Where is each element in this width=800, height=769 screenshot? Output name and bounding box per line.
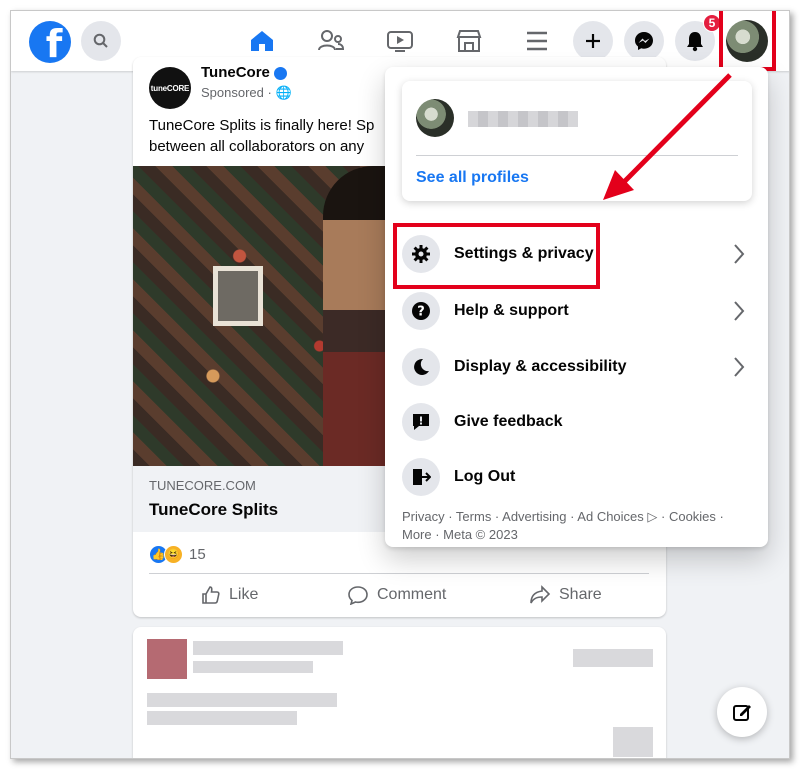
account-dropdown-menu: See all profiles Settings & privacy ? He… [385,67,768,547]
svg-text:?: ? [417,305,425,320]
create-button[interactable] [573,21,613,61]
nav-menu-tab[interactable] [521,26,553,56]
menu-item-help-support[interactable]: ? Help & support [402,286,752,336]
nav-friends-tab[interactable] [315,26,347,56]
menu-item-give-feedback[interactable]: Give feedback [402,397,752,447]
blurred-avatar [147,639,187,679]
like-button[interactable]: Like [201,585,258,605]
see-all-profiles-link[interactable]: See all profiles [416,169,529,187]
comment-button[interactable]: Comment [347,585,446,605]
compose-icon [733,705,751,721]
comment-icon [348,586,368,605]
link-headline[interactable]: TuneCore Splits [149,500,278,520]
messenger-icon [635,32,653,50]
blurred-options [573,649,653,667]
reactions-summary[interactable]: 👍 😆 15 [149,545,206,564]
hamburger-icon [527,31,547,51]
nav-watch-tab[interactable] [384,26,416,56]
blurred-text-line-2 [147,711,297,725]
blurred-meta [193,661,313,673]
comment-label: Comment [377,586,447,603]
logo-letter: f [45,22,63,63]
new-message-button[interactable] [717,687,767,737]
blurred-corner [613,727,653,757]
globe-icon: 🌐 [275,85,292,100]
reaction-count: 15 [189,546,206,563]
menu-item-log-out[interactable]: Log Out [402,452,752,502]
sponsored-label: Sponsored · 🌐 [201,85,292,101]
search-icon [93,33,108,48]
plus-icon [586,34,600,48]
haha-reaction-icon: 😆 [164,545,183,564]
messenger-button[interactable] [624,21,664,61]
search-button[interactable] [81,21,121,61]
chevron-right-icon [734,301,745,321]
profile-card: See all profiles [402,81,752,201]
profile-avatar[interactable] [416,99,454,137]
question-icon: ? [402,292,440,330]
page-name-text[interactable]: TuneCore [201,64,270,81]
blurred-text-line-1 [147,693,337,707]
feedback-icon [402,403,440,441]
page-name[interactable]: TuneCore [201,64,287,81]
menu-item-label: Give feedback [454,413,563,430]
video-icon [387,31,413,52]
settings-highlight-box [393,223,600,289]
profile-name-redacted[interactable] [468,111,578,127]
menu-item-label: Help & support [454,302,569,319]
menu-item-label: Log Out [454,468,516,485]
menu-footer-links[interactable]: Privacy · Terms · Advertising · Ad Choic… [402,508,752,544]
nav-marketplace-tab[interactable] [453,26,485,56]
verified-badge-icon [273,66,287,80]
nav-home-tab[interactable] [246,26,278,56]
chevron-right-icon [734,357,745,377]
picture-frame [213,266,263,326]
share-button[interactable]: Share [529,585,602,605]
share-label: Share [559,586,602,603]
share-icon [530,585,551,604]
friends-icon [318,30,345,51]
logout-icon [402,458,440,496]
menu-item-label: Display & accessibility [454,358,627,375]
chevron-right-icon [734,244,745,264]
moon-icon [402,348,440,386]
like-label: Like [229,586,259,603]
post-divider [149,573,649,574]
home-icon [251,31,273,51]
browser-viewport: f 5 tuneCORE TuneCore Sponsored · 🌐 Tune… [10,10,790,759]
blurred-post-card [133,627,666,758]
avatar-highlight-box [719,11,776,71]
page-avatar[interactable]: tuneCORE [149,67,191,109]
thumbs-up-icon [202,586,220,604]
facebook-logo[interactable]: f [29,21,71,63]
menu-item-display-accessibility[interactable]: Display & accessibility [402,342,752,392]
sponsored-text: Sponsored · [201,85,272,100]
link-domain: TUNECORE.COM [149,478,256,493]
blurred-name [193,641,343,655]
bell-icon [687,32,703,52]
store-icon [456,30,482,52]
profile-divider [416,155,738,156]
